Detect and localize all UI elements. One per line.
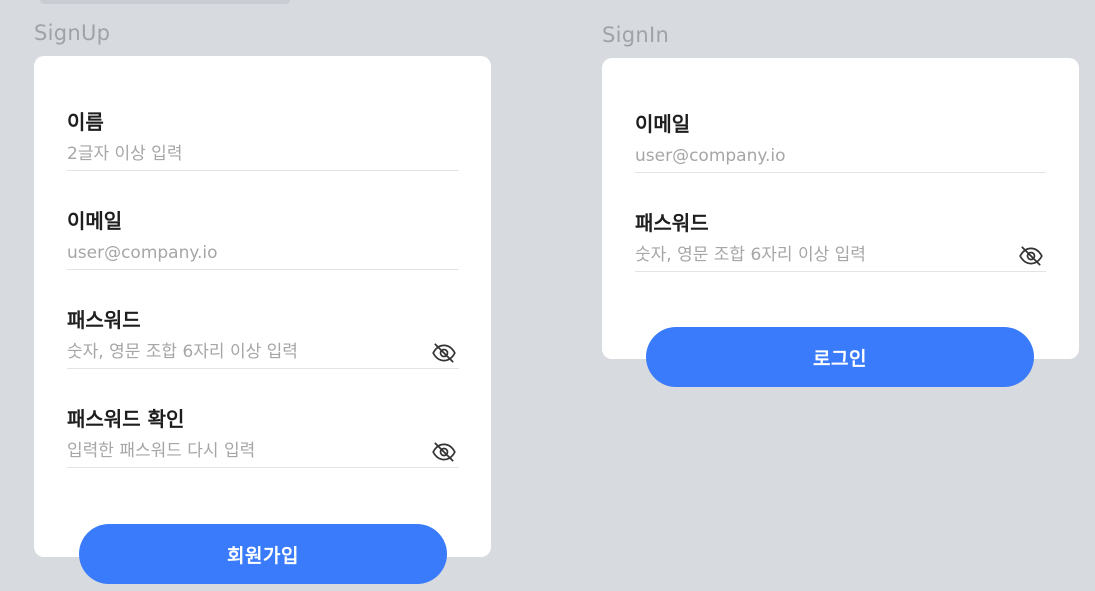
eye-off-icon[interactable] [1018,245,1044,267]
signin-email-label: 이메일 [635,112,691,136]
signup-frame-title: SignUp [34,21,111,45]
signup-email-input[interactable] [67,243,419,263]
signup-name-label: 이름 [67,110,104,134]
signin-frame-title: SignIn [602,23,670,47]
signup-submit-button[interactable]: 회원가입 [79,524,447,584]
signup-name-input[interactable] [67,144,419,164]
signup-name-field: 이름 [67,72,459,171]
signin-password-label: 패스워드 [635,211,709,235]
signup-card: 이름 이메일 패스워드 패스워드 확인 [34,56,491,557]
signup-password-label: 패스워드 [67,308,141,332]
signup-password-field: 패스워드 [67,270,459,369]
eye-off-icon[interactable] [431,342,457,364]
signin-card: 이메일 패스워드 [602,58,1079,359]
signin-email-input[interactable] [635,146,1005,166]
signin-submit-button[interactable]: 로그인 [646,327,1034,387]
top-frame-shadow [40,0,290,4]
signin-password-input[interactable] [635,245,1005,265]
signup-password-confirm-label: 패스워드 확인 [67,407,185,431]
signup-password-confirm-input[interactable] [67,441,419,461]
signup-email-field: 이메일 [67,171,459,270]
signin-password-field: 패스워드 [635,173,1046,272]
signup-email-label: 이메일 [67,209,123,233]
signup-password-confirm-field: 패스워드 확인 [67,369,459,468]
signin-email-field: 이메일 [635,74,1046,173]
signup-password-input[interactable] [67,342,419,362]
eye-off-icon[interactable] [431,441,457,463]
